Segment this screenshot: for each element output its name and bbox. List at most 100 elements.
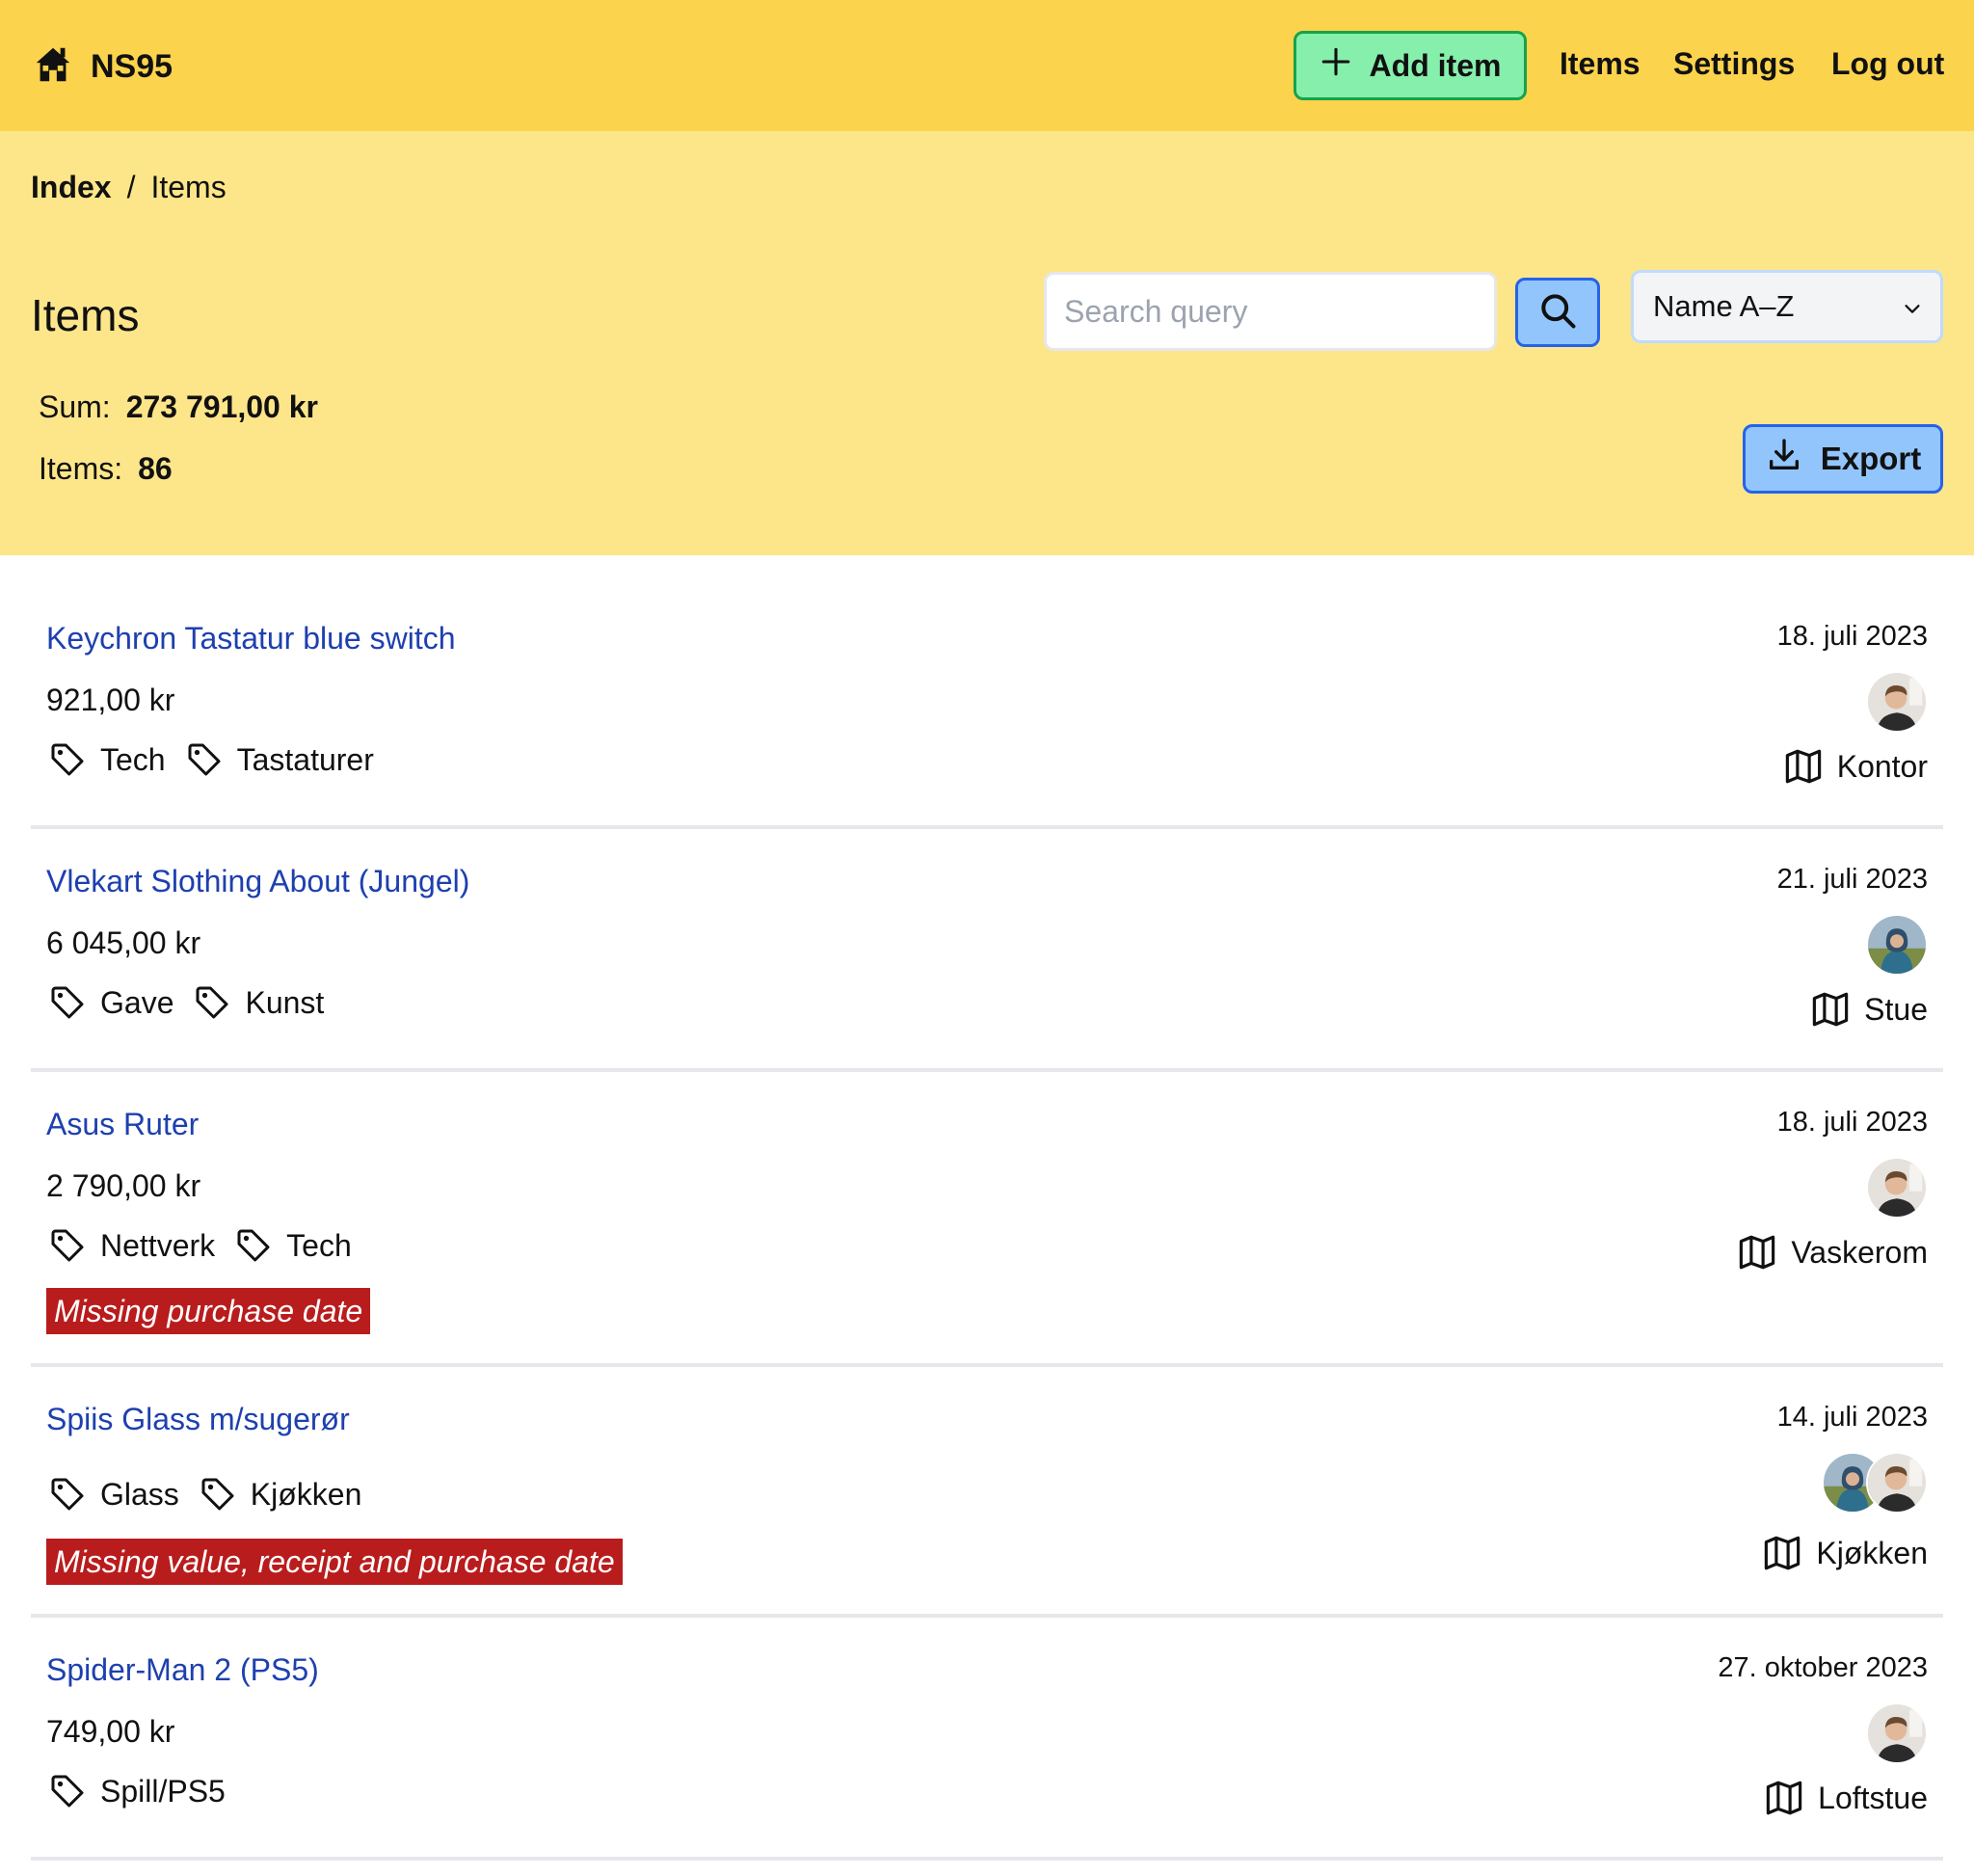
item-date: 14. juli 2023 [1776,1402,1928,1433]
location-label: Stue [1864,991,1928,1027]
missing-data-warning: Missing value, receipt and purchase date [46,1539,623,1585]
sort-selected-value: Name A–Z [1653,289,1795,323]
tag-label: Tech [286,1227,352,1263]
tag-chip[interactable]: Tech [48,740,166,779]
tag-label: Kjøkken [250,1476,362,1512]
avatar [1866,914,1928,976]
map-icon [1810,989,1851,1030]
item-date: 27. oktober 2023 [1718,1652,1928,1683]
top-navbar: NS95 Add item Items Settings Log out [0,0,1974,131]
plus-icon [1320,45,1352,86]
item-tags: Gave Kunst [48,983,324,1022]
nav-settings-link[interactable]: Settings [1673,46,1795,82]
item-tags: Spill/PS5 [48,1772,226,1810]
item-location[interactable]: Kjøkken [1762,1533,1928,1573]
house-icon [31,42,75,92]
tag-label: Tech [100,741,166,777]
search-input[interactable] [1044,272,1497,351]
tag-icon [185,740,224,779]
item-tags: Tech Tastaturer [48,740,374,779]
nav-items-link[interactable]: Items [1560,46,1641,82]
download-icon [1765,436,1803,482]
tag-label: Spill/PS5 [100,1773,226,1809]
breadcrumb-current: Items [150,170,227,204]
avatar [1866,1452,1928,1514]
tag-icon [48,740,87,779]
count-value: 86 [138,451,173,486]
list-item: Keychron Tastatur blue switch 921,00 kr … [31,598,1943,829]
brand-link[interactable]: NS95 [31,42,173,92]
tag-chip[interactable]: Glass [48,1475,179,1514]
tag-chip[interactable]: Kjøkken [199,1475,362,1514]
owner-avatars [1822,1452,1928,1514]
item-location[interactable]: Stue [1810,989,1928,1030]
item-title-link[interactable]: Asus Ruter [46,1107,199,1142]
tag-icon [234,1226,273,1265]
tag-label: Glass [100,1476,179,1512]
item-date: 21. juli 2023 [1776,864,1928,895]
sum-label: Sum: [39,389,111,424]
tag-chip[interactable]: Gave [48,983,173,1022]
map-icon [1762,1533,1802,1573]
item-title-link[interactable]: Spiis Glass m/sugerør [46,1402,350,1437]
add-item-label: Add item [1369,47,1502,83]
location-label: Kontor [1836,748,1928,784]
owner-avatars [1866,914,1928,976]
tag-icon [48,1226,87,1265]
tag-chip[interactable]: Kunst [193,983,324,1022]
item-price: 6 045,00 kr [46,925,201,960]
item-date: 18. juli 2023 [1776,621,1928,652]
missing-data-warning: Missing purchase date [46,1288,371,1334]
item-date: 18. juli 2023 [1776,1107,1928,1138]
location-label: Loftstue [1818,1780,1928,1815]
tag-chip[interactable]: Tech [234,1226,352,1265]
list-item: Spider-Man 2 (PS5) 749,00 kr Spill/PS5 2… [31,1629,1943,1861]
tag-chip[interactable]: Spill/PS5 [48,1772,226,1810]
tag-icon [199,1475,237,1514]
item-location[interactable]: Kontor [1783,746,1928,787]
sum-value: 273 791,00 kr [125,389,318,424]
chevron-down-icon [1905,305,1920,313]
avatar [1866,671,1928,733]
list-item: Asus Ruter 2 790,00 kr Nettverk Tech Mis… [31,1084,1943,1367]
owner-avatars [1866,1157,1928,1219]
item-title-link[interactable]: Keychron Tastatur blue switch [46,621,456,657]
export-button[interactable]: Export [1743,424,1943,494]
tag-icon [48,983,87,1022]
item-price: 921,00 kr [46,683,175,717]
page-title: Items [31,290,140,340]
tag-label: Tastaturer [236,741,374,777]
search-icon [1536,289,1579,336]
count-summary: Items: 86 [39,451,173,487]
tag-icon [48,1475,87,1514]
sum-summary: Sum: 273 791,00 kr [39,389,318,425]
breadcrumb-separator: / [126,170,136,204]
export-label: Export [1820,441,1922,476]
item-tags: Glass Kjøkken [48,1475,361,1514]
tag-icon [193,983,231,1022]
tag-label: Nettverk [100,1227,216,1263]
owner-avatars [1866,671,1928,733]
count-label: Items: [39,451,123,486]
location-label: Kjøkken [1816,1535,1928,1570]
search-button[interactable] [1515,278,1600,347]
tag-chip[interactable]: Tastaturer [185,740,374,779]
item-title-link[interactable]: Spider-Man 2 (PS5) [46,1652,319,1688]
map-icon [1764,1778,1804,1818]
tag-chip[interactable]: Nettverk [48,1226,215,1265]
sort-select[interactable]: Name A–Z [1631,270,1943,343]
list-item: Spiis Glass m/sugerør Glass Kjøkken Miss… [31,1379,1943,1618]
owner-avatars [1866,1702,1928,1764]
page-header: Index / Items Items Name A–Z Sum: 273 79… [0,131,1974,555]
breadcrumb-index-link[interactable]: Index [31,170,112,205]
item-price: 749,00 kr [46,1714,175,1749]
tag-label: Gave [100,984,174,1020]
item-location[interactable]: Loftstue [1764,1778,1928,1818]
item-location[interactable]: Vaskerom [1737,1232,1928,1273]
nav-logout-link[interactable]: Log out [1831,46,1944,82]
item-tags: Nettverk Tech [48,1226,352,1265]
add-item-button[interactable]: Add item [1294,31,1527,100]
tag-label: Kunst [245,984,325,1020]
item-title-link[interactable]: Vlekart Slothing About (Jungel) [46,864,469,899]
list-item: Vlekart Slothing About (Jungel) 6 045,00… [31,841,1943,1072]
